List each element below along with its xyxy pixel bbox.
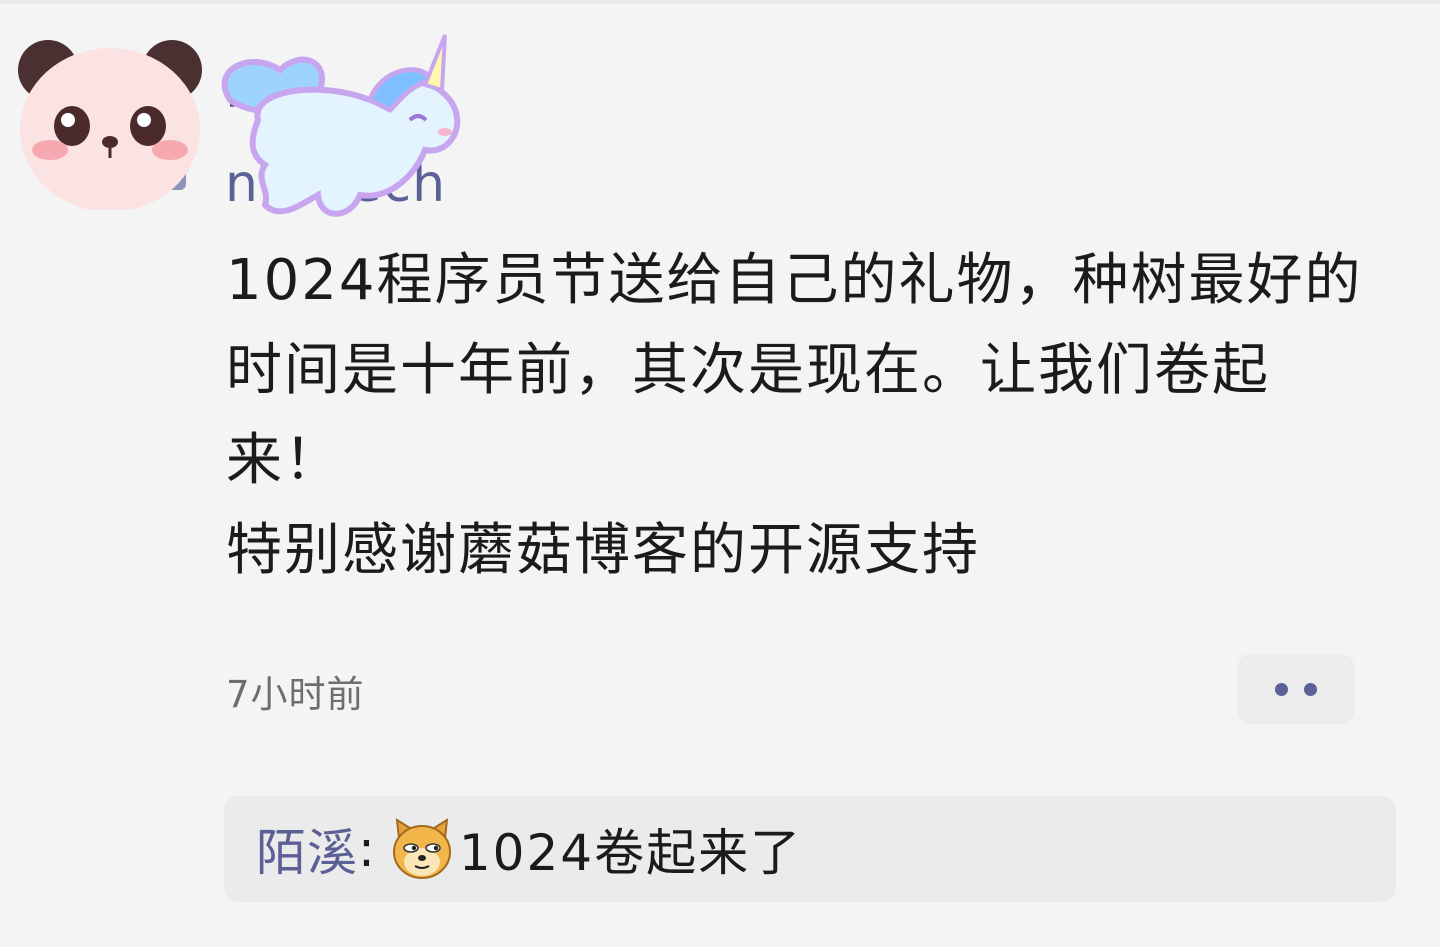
doge-emoji-icon [392, 818, 451, 879]
comment-body: 1024程序员节送给自己的礼物，种树最好的时间是十年前，其次是现在。让我们卷起来… [226, 236, 1376, 596]
comment-page: levi nm tech 1024程序员节送给自己的礼物，种树最好的时间是十年前… [0, 0, 1440, 947]
panda-avatar-icon[interactable] [10, 30, 210, 210]
reply-author[interactable]: 陌溪 [256, 813, 358, 885]
more-dots-icon [1275, 682, 1288, 696]
comment-paragraph-2: 特别感谢蘑菇博客的开源支持 [226, 518, 980, 583]
more-dots-icon-2 [1304, 682, 1317, 696]
more-options-button[interactable] [1238, 654, 1354, 724]
top-divider [0, 0, 1440, 4]
unicorn-sticker-icon [221, 34, 461, 217]
reply-item[interactable]: 陌溪 : 1024卷起来了 [224, 796, 1396, 902]
comment-timestamp: 7小时前 [226, 673, 365, 716]
reply-text: 1024卷起来了 [458, 824, 803, 882]
reply-separator: : [358, 820, 375, 878]
comment-paragraph-1: 1024程序员节送给自己的礼物，种树最好的时间是十年前，其次是现在。让我们卷起来… [226, 248, 1363, 493]
